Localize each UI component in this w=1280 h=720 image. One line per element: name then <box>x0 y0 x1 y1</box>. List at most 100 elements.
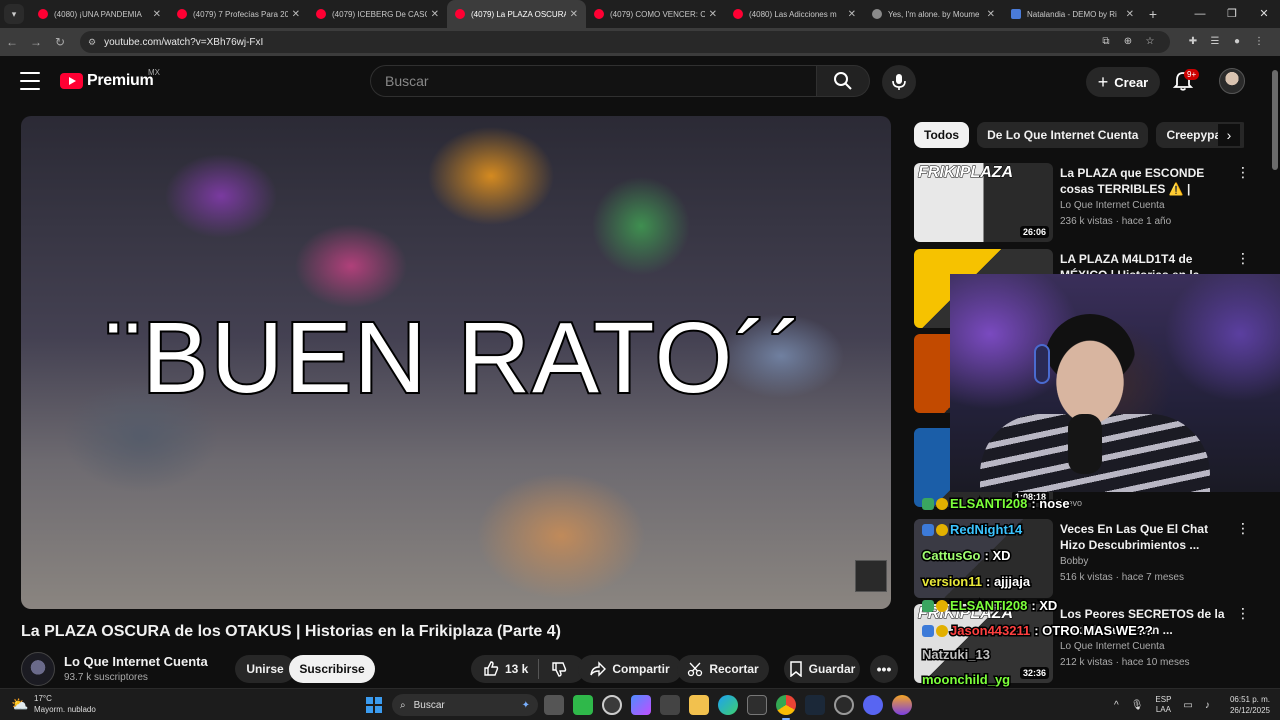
network-icon[interactable]: ▭ <box>1183 700 1192 711</box>
browser-tab[interactable]: (4079) COMO VENCER: C ✕ <box>586 0 725 28</box>
search-input[interactable] <box>370 65 817 97</box>
chip-channel[interactable]: De Lo Que Internet Cuenta <box>977 122 1149 148</box>
search-button[interactable] <box>817 65 870 97</box>
site-info-icon[interactable]: ⚙ <box>88 37 96 48</box>
kick-app-icon[interactable] <box>573 695 593 715</box>
kebab-menu-icon[interactable]: ⋮ <box>1236 165 1250 179</box>
volume-icon[interactable]: ♪ <box>1205 700 1210 711</box>
discord-icon[interactable] <box>863 695 883 715</box>
zoom-icon[interactable]: ⊕ <box>1117 31 1139 53</box>
edge-icon[interactable] <box>718 695 738 715</box>
scrollbar-thumb[interactable] <box>1272 70 1278 170</box>
forward-icon[interactable]: → <box>24 35 48 49</box>
close-icon[interactable]: ✕ <box>1126 9 1134 20</box>
subscribe-button[interactable]: Suscribirse <box>289 655 375 683</box>
minimize-icon[interactable]: — <box>1184 0 1216 28</box>
browser-tab[interactable]: (4080) ¡UNA PANDEMIA ✕ <box>30 0 169 28</box>
menu-icon[interactable] <box>20 72 40 90</box>
youtube-play-icon <box>60 73 83 89</box>
ellipsis-icon: ••• <box>876 661 892 677</box>
chevron-right-icon[interactable]: › <box>1218 124 1240 146</box>
recommended-channel[interactable]: Lo Que Internet Cuenta <box>1060 200 1165 211</box>
browser-tab[interactable]: Natalandia - DEMO by Ri ✕ <box>1003 0 1142 28</box>
join-button[interactable]: Unirse <box>235 655 295 683</box>
kebab-menu-icon[interactable]: ⋮ <box>1236 251 1250 265</box>
close-icon[interactable]: ✕ <box>848 9 856 20</box>
chat-message: Jason443211: OTRO MAS WE?? <box>922 622 1154 640</box>
chat-text: : OTRO MAS WE?? <box>1033 622 1154 640</box>
channel-avatar[interactable] <box>21 652 55 686</box>
tab-title: (4079) 7 Profecías Para 20 <box>193 9 288 19</box>
kebab-menu-icon[interactable]: ⋮ <box>1236 606 1250 620</box>
close-window-icon[interactable]: ✕ <box>1248 0 1280 28</box>
obs-icon[interactable] <box>602 695 622 715</box>
weather-description: Mayorm. nublado <box>34 705 96 714</box>
maximize-icon[interactable]: ❐ <box>1216 0 1248 28</box>
install-icon[interactable]: ⧉ <box>1095 31 1117 53</box>
steam-icon[interactable] <box>805 695 825 715</box>
share-button[interactable]: Compartir <box>578 655 682 683</box>
youtube-logo[interactable]: Premium <box>60 72 154 90</box>
profile-icon[interactable]: ● <box>1226 31 1248 53</box>
close-icon[interactable]: ✕ <box>709 9 717 20</box>
thumbs-up-icon[interactable] <box>483 661 499 677</box>
settings-app-icon[interactable] <box>834 695 854 715</box>
browser-tab[interactable]: Yes, I'm alone. by Moume ✕ <box>864 0 1003 28</box>
taskbar-clock[interactable]: 06:51 p. m. 26/12/2025 <box>1226 694 1270 716</box>
recommended-video[interactable]: FRIKIPLAZA 26:06 La PLAZA que ESCONDE co… <box>914 163 1254 243</box>
reload-icon[interactable]: ↻ <box>48 35 72 49</box>
close-icon[interactable]: ✕ <box>570 9 578 20</box>
address-bar-actions: ⧉ ⊕ ☆ <box>1095 31 1161 53</box>
browser-tab[interactable]: (4079) ICEBERG De CASO ✕ <box>308 0 447 28</box>
back-icon[interactable]: ← <box>0 35 24 49</box>
taskbar-search[interactable]: ⌕ Buscar ✦ <box>392 694 538 716</box>
close-icon[interactable]: ✕ <box>153 9 161 20</box>
close-icon[interactable]: ✕ <box>292 9 300 20</box>
chevron-up-icon[interactable]: ^ <box>1114 700 1119 711</box>
kebab-menu-icon[interactable]: ⋮ <box>1236 521 1250 535</box>
recommended-title[interactable]: La PLAZA que ESCONDE cosas TERRIBLES ⚠️ … <box>1060 165 1230 197</box>
like-count[interactable]: 13 k <box>505 662 528 676</box>
bookmark-star-icon[interactable]: ☆ <box>1139 31 1161 53</box>
voice-search-button[interactable] <box>882 65 916 99</box>
close-icon[interactable]: ✕ <box>431 9 439 20</box>
browser-tab[interactable]: (4079) 7 Profecías Para 20 ✕ <box>169 0 308 28</box>
search-icon: ⌕ <box>400 699 406 711</box>
video-thumbnail[interactable]: FRIKIPLAZA 26:06 <box>914 163 1053 242</box>
close-icon[interactable]: ✕ <box>987 9 995 20</box>
clip-button[interactable]: Recortar <box>677 655 769 683</box>
create-button[interactable]: + Crear <box>1086 67 1160 97</box>
kebab-menu-icon[interactable]: ⋮ <box>1248 31 1270 53</box>
app-icon[interactable] <box>892 695 912 715</box>
save-button[interactable]: Guardar <box>784 655 860 683</box>
task-view-icon[interactable] <box>544 695 564 715</box>
chrome-icon[interactable] <box>776 695 796 720</box>
file-explorer-icon[interactable] <box>689 695 709 715</box>
video-player[interactable]: ¨BUEN RATO´´ <box>21 116 891 609</box>
new-tab-icon[interactable]: + <box>1142 6 1164 22</box>
chat-username: RedNight14 <box>948 521 1023 539</box>
youtube-icon <box>177 9 187 19</box>
streamer-head <box>1045 314 1135 424</box>
channel-watermark[interactable] <box>855 560 887 592</box>
windows-start-icon[interactable] <box>366 697 382 713</box>
tab-search-icon[interactable]: ▾ <box>4 4 24 24</box>
account-avatar[interactable] <box>1219 68 1245 94</box>
language-indicator[interactable]: ESP LAA <box>1155 695 1171 715</box>
weather-widget[interactable]: ⛅ 17°C Mayorm. nublado <box>10 693 96 715</box>
chat-badge-icon <box>922 599 934 612</box>
browser-tab[interactable]: (4080) Las Adicciones m ✕ <box>725 0 864 28</box>
extensions-icon[interactable]: ✚ <box>1182 31 1204 53</box>
recommended-title[interactable]: Veces En Las Que El Chat Hizo Descubrimi… <box>1060 521 1230 553</box>
channel-name[interactable]: Lo Que Internet Cuenta <box>64 654 208 669</box>
more-actions-button[interactable]: ••• <box>870 655 898 683</box>
chip-all[interactable]: Todos <box>914 122 970 148</box>
copilot-icon[interactable] <box>631 695 651 715</box>
reading-list-icon[interactable]: ☰ <box>1204 31 1226 53</box>
browser-tab-active[interactable]: (4079) La PLAZA OSCURA ✕ <box>447 0 586 28</box>
address-bar[interactable]: ⚙ youtube.com/watch?v=XBh76wj-FxI <box>80 31 1170 53</box>
microphone-icon[interactable]: 🎙 <box>1131 700 1144 711</box>
thumbs-down-icon[interactable] <box>551 661 567 677</box>
store-icon[interactable] <box>660 695 680 715</box>
terminal-icon[interactable] <box>747 695 767 715</box>
